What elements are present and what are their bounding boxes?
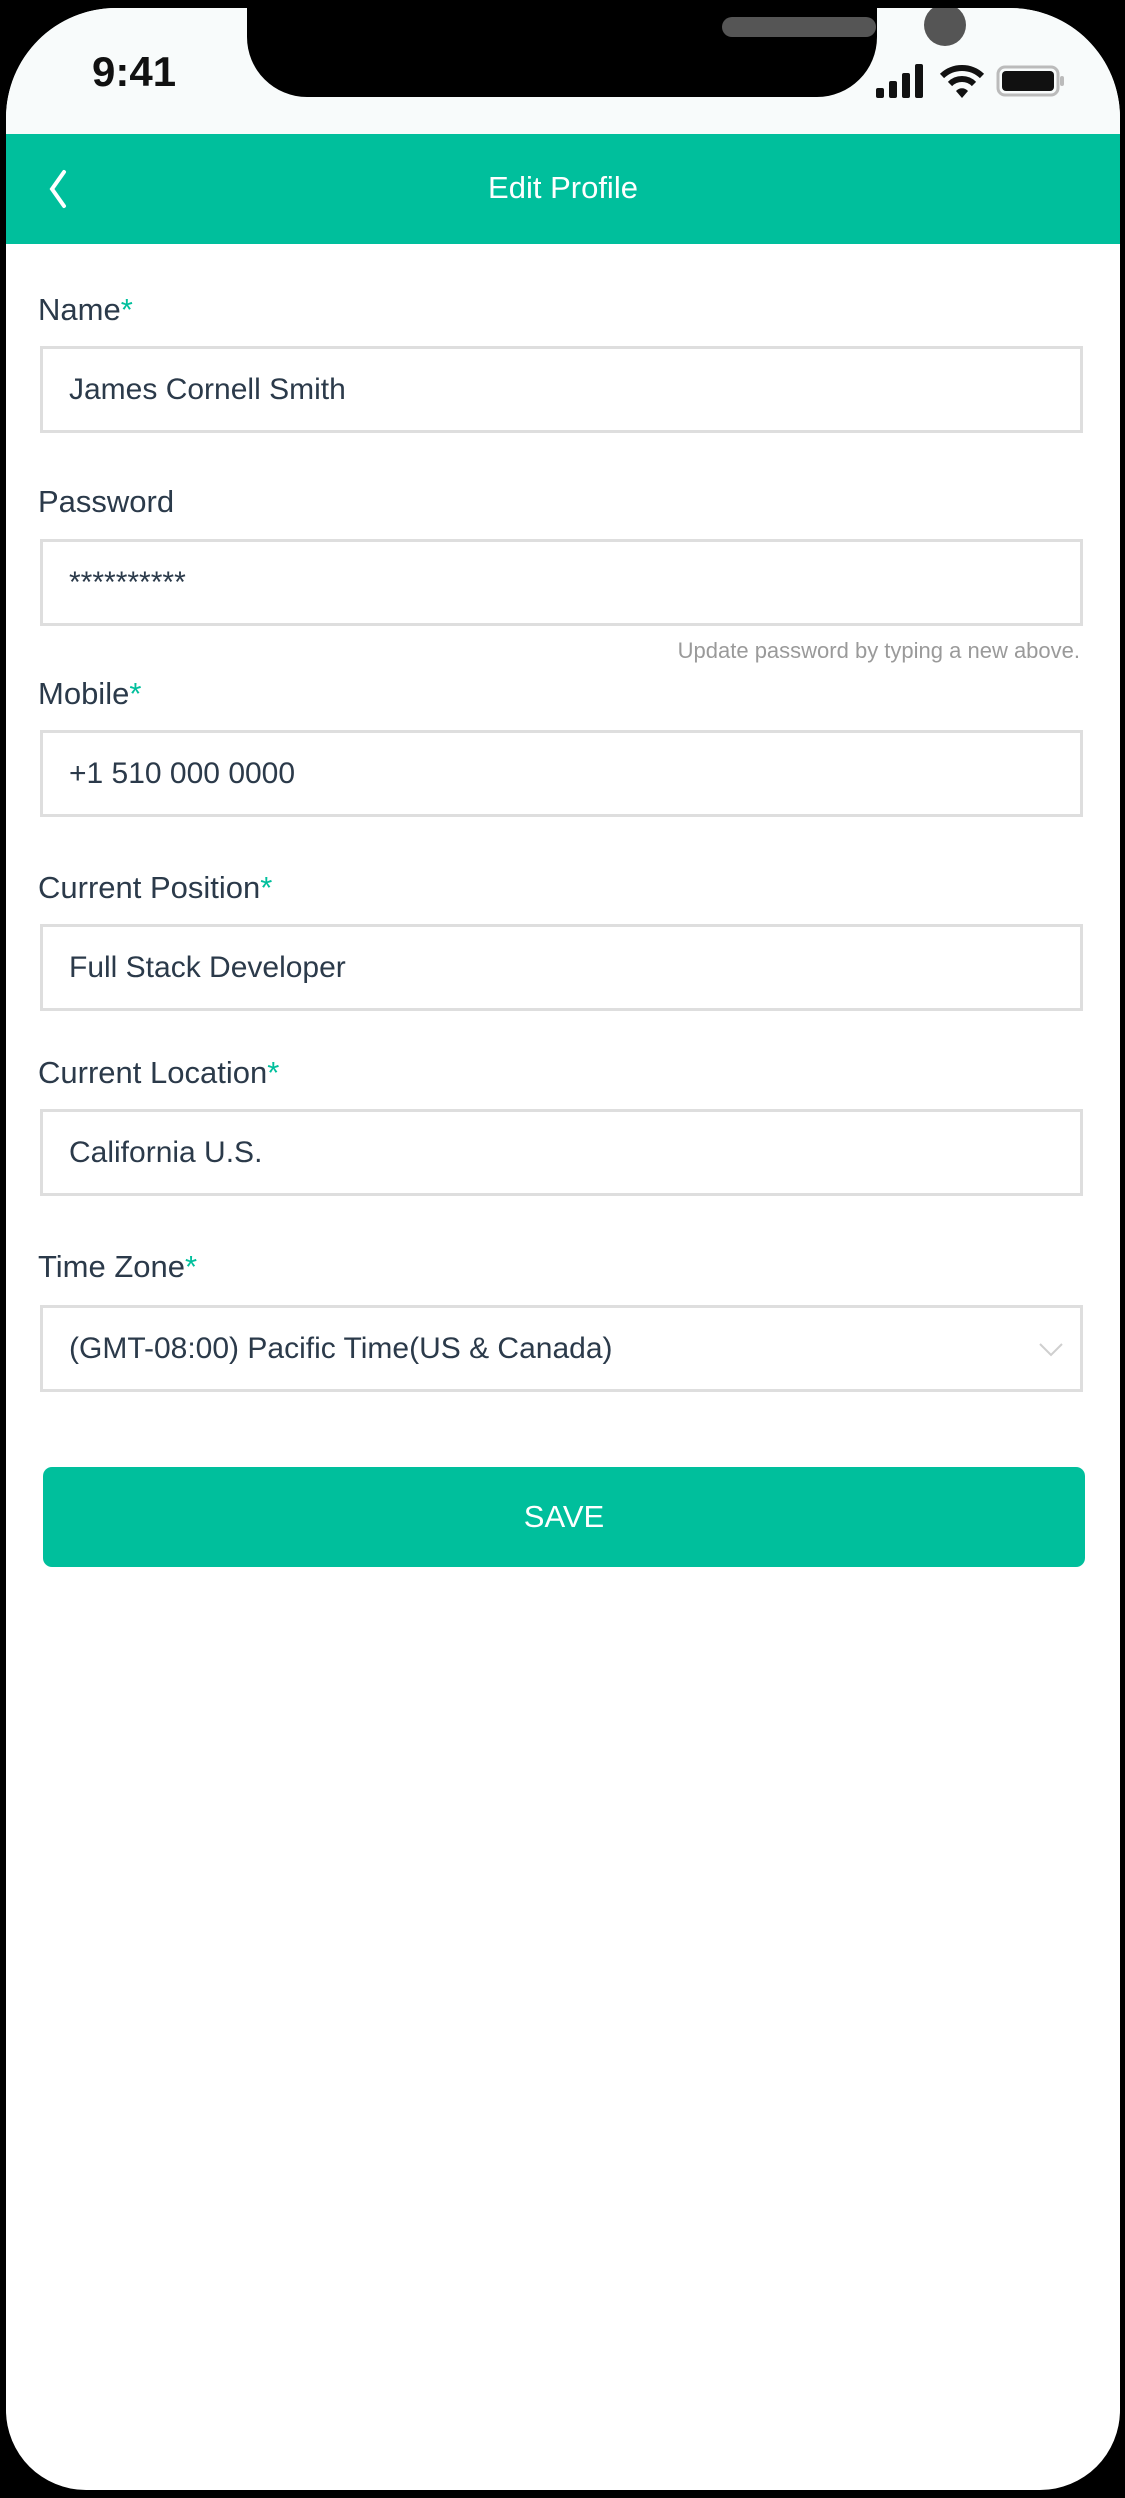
password-input[interactable] [43,542,1009,623]
location-input[interactable] [43,1112,1009,1193]
location-field[interactable] [40,1109,1083,1196]
password-hint: Update password by typing a new above. [677,638,1080,663]
label-text: Mobile [38,676,130,711]
save-button[interactable]: SAVE [43,1467,1085,1567]
status-bar: 9:41 [6,8,1120,134]
timezone-label: Time Zone* [38,1249,197,1285]
wifi-icon [940,65,984,98]
phone-screen: 9:41 Edit Profile Name* Password Update … [6,8,1120,2490]
location-label: Current Location* [38,1055,279,1091]
label-text: Time Zone [38,1249,186,1284]
status-time: 9:41 [92,48,177,95]
speaker [722,17,876,37]
status-icons [876,58,1066,98]
name-field[interactable] [40,346,1083,433]
chevron-down-icon[interactable] [1036,1334,1066,1364]
required-mark: * [267,1055,280,1090]
password-label: Password [38,484,174,520]
password-field[interactable] [40,539,1083,626]
label-text: Password [38,484,175,519]
label-text: Current Location [38,1055,268,1090]
required-mark: * [129,676,142,711]
label-text: Current Position [38,870,261,905]
required-mark: * [260,870,273,905]
page-title: Edit Profile [488,170,638,205]
battery-icon [996,65,1064,97]
name-label: Name* [38,292,133,328]
label-text: Name [38,292,121,327]
position-field[interactable] [40,924,1083,1011]
position-input[interactable] [43,927,1009,1008]
required-mark: * [120,292,133,327]
mobile-input[interactable] [43,733,1009,814]
signal-icon [876,64,923,98]
app-header: Edit Profile [6,134,1120,244]
mobile-field[interactable] [40,730,1083,817]
required-mark: * [185,1249,198,1284]
camera [924,8,966,46]
name-input[interactable] [43,349,1009,430]
timezone-value[interactable] [43,1308,1009,1389]
timezone-select[interactable] [40,1305,1083,1392]
mobile-label: Mobile* [38,676,141,712]
notch [247,8,966,97]
position-label: Current Position* [38,870,272,906]
